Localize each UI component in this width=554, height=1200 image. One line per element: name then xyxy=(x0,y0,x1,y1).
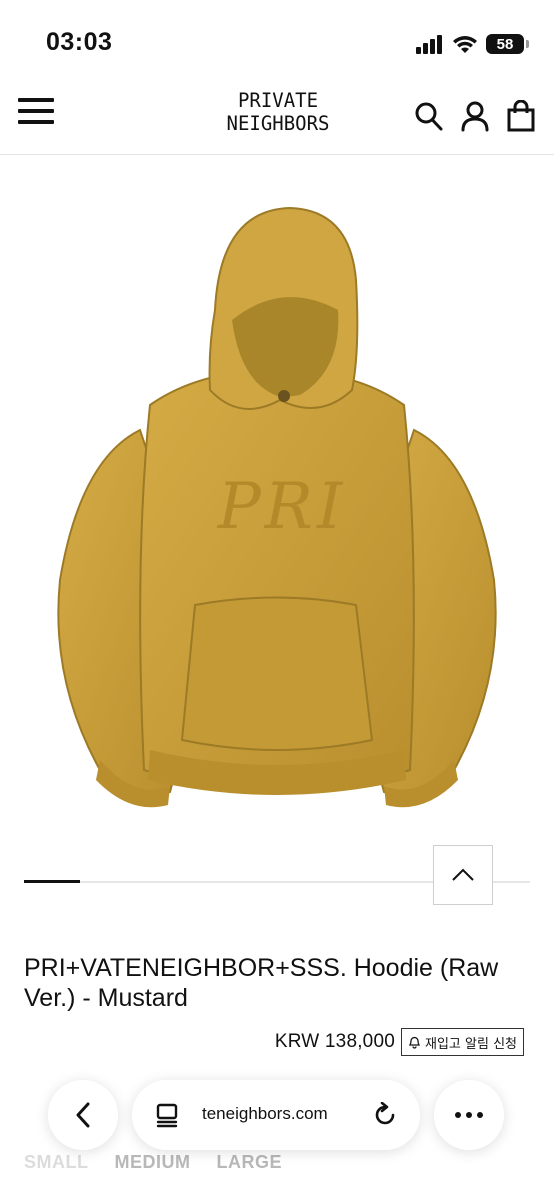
price-row: KRW 138,000 재입고 알림 신청 xyxy=(275,1028,524,1056)
account-icon[interactable] xyxy=(460,100,490,132)
product-price: KRW 138,000 xyxy=(274,1031,395,1052)
menu-icon[interactable] xyxy=(18,98,54,128)
status-icons: 58 xyxy=(416,32,529,56)
size-option-large[interactable]: LARGE xyxy=(217,1152,283,1173)
site-header: PRIVATE NEIGHBORS xyxy=(0,80,554,155)
address-bar[interactable]: teneighbors.com xyxy=(132,1080,420,1150)
product-image[interactable]: PRI xyxy=(0,160,554,860)
signal-icon xyxy=(416,35,442,54)
battery-icon: 58 xyxy=(486,34,529,54)
restock-alert-button[interactable]: 재입고 알림 신청 xyxy=(401,1028,524,1056)
size-option-medium[interactable]: MEDIUM xyxy=(115,1152,191,1173)
back-icon xyxy=(76,1102,90,1128)
reload-icon[interactable] xyxy=(372,1102,398,1128)
size-options: SMALL MEDIUM LARGE xyxy=(24,1152,282,1173)
bell-icon xyxy=(408,1036,421,1049)
restock-label: 재입고 알림 신청 xyxy=(425,1036,517,1052)
scroll-to-top-button[interactable] xyxy=(433,845,493,905)
more-icon xyxy=(455,1112,483,1118)
status-time: 03:03 xyxy=(46,28,113,56)
logo-line-2: NEIGHBORS xyxy=(226,112,330,136)
tabs-icon[interactable] xyxy=(154,1102,180,1128)
gallery-slider-indicator[interactable] xyxy=(24,880,80,883)
logo-line-1: PRIVATE xyxy=(237,88,319,112)
search-icon[interactable] xyxy=(414,100,444,132)
battery-level: 58 xyxy=(496,35,514,53)
product-title: PRI+VATENEIGHBOR+SSS. Hoodie (Raw Ver.) … xyxy=(24,954,499,1012)
status-bar: 03:03 58 xyxy=(0,0,554,80)
bag-icon[interactable] xyxy=(506,99,536,132)
browser-toolbar: teneighbors.com xyxy=(48,1080,504,1150)
address-url[interactable]: teneighbors.com xyxy=(202,1104,328,1124)
chevron-up-icon xyxy=(452,868,474,881)
product-image-label: PRI xyxy=(217,470,347,544)
header-icons xyxy=(414,99,536,132)
brand-logo[interactable]: PRIVATE NEIGHBORS xyxy=(226,89,330,135)
size-option-small[interactable]: SMALL xyxy=(24,1152,89,1173)
more-button[interactable] xyxy=(434,1080,504,1150)
wifi-icon xyxy=(453,36,477,53)
back-button[interactable] xyxy=(48,1080,118,1150)
